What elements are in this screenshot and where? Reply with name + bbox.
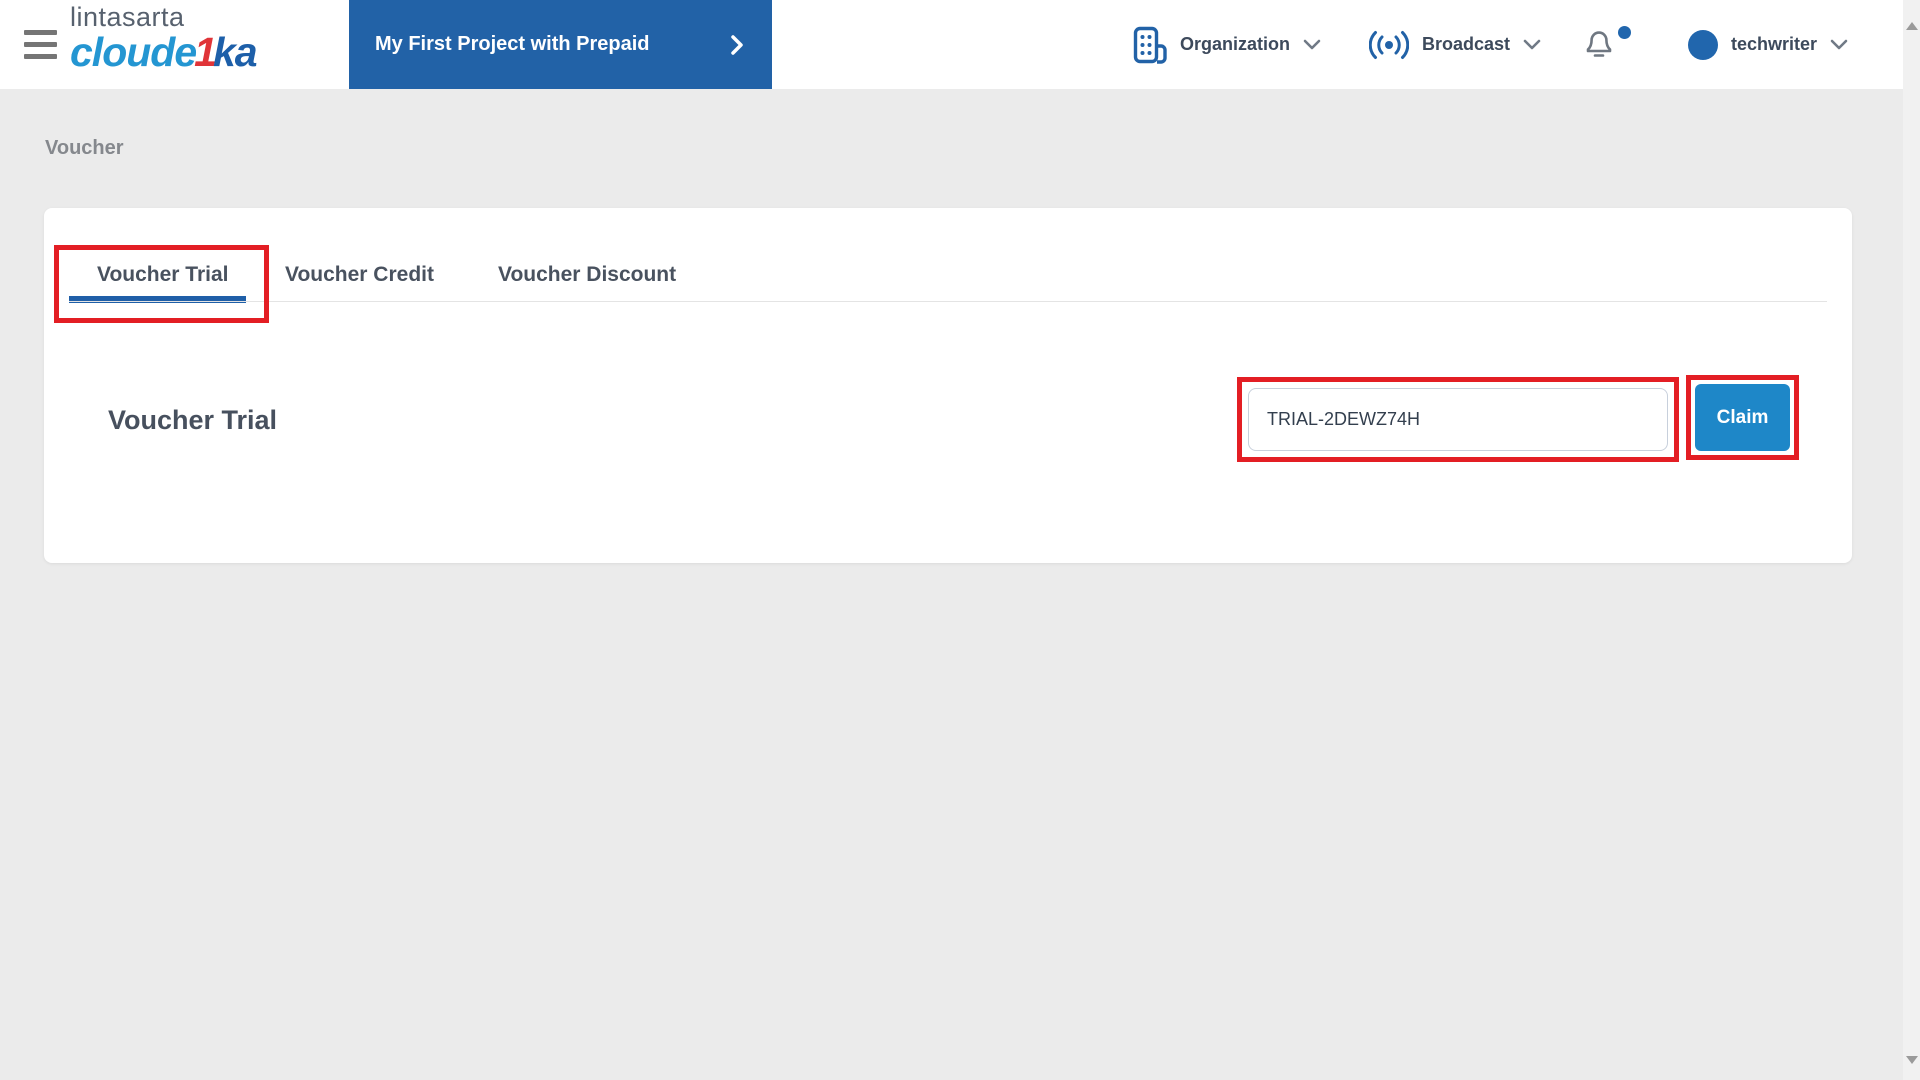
section-title: Voucher Trial [108, 405, 278, 435]
user-menu[interactable]: techwriter [1688, 0, 1848, 89]
logo-cloudeka-text: cloude1ka [70, 29, 258, 75]
tab-voucher-credit[interactable]: Voucher Credit [285, 263, 434, 287]
broadcast-menu[interactable]: Broadcast [1369, 0, 1541, 89]
claim-button[interactable]: Claim [1695, 384, 1790, 451]
avatar [1688, 29, 1718, 60]
annotation-box-input [1237, 377, 1679, 462]
cloudeka-logo[interactable]: lintasarta cloude1ka [70, 2, 258, 75]
broadcast-label: Broadcast [1422, 34, 1511, 54]
hamburger-menu-icon[interactable] [24, 30, 57, 59]
user-name: techwriter [1731, 34, 1818, 54]
top-bar: lintasarta cloude1ka My First Project wi… [0, 0, 1920, 89]
organization-label: Organization [1180, 34, 1291, 54]
annotation-box-claim: Claim [1686, 375, 1799, 460]
tabs-divider [69, 301, 1827, 302]
broadcast-icon [1369, 30, 1409, 60]
chevron-right-icon [730, 34, 744, 56]
scroll-down-arrow-icon[interactable] [1906, 1056, 1918, 1064]
notifications-button[interactable] [1584, 24, 1634, 66]
organization-menu[interactable]: Organization [1133, 0, 1321, 89]
tab-voucher-trial[interactable]: Voucher Trial [97, 263, 229, 287]
notification-unread-dot [1618, 26, 1631, 39]
tab-voucher-discount[interactable]: Voucher Discount [498, 263, 676, 287]
project-switcher[interactable]: My First Project with Prepaid [349, 0, 772, 89]
project-name: My First Project with Prepaid [375, 33, 650, 55]
breadcrumb: Voucher [45, 137, 124, 159]
voucher-code-input[interactable] [1248, 388, 1668, 451]
scroll-up-arrow-icon[interactable] [1906, 22, 1918, 30]
chevron-down-icon [1303, 39, 1321, 50]
chevron-down-icon [1523, 39, 1541, 50]
voucher-card: Voucher Trial Voucher Credit Voucher Dis… [44, 208, 1852, 563]
logo-lintasarta-text: lintasarta [70, 2, 185, 32]
vertical-scrollbar[interactable] [1903, 0, 1920, 1080]
organization-building-icon [1133, 26, 1167, 64]
chevron-down-icon [1830, 39, 1848, 50]
